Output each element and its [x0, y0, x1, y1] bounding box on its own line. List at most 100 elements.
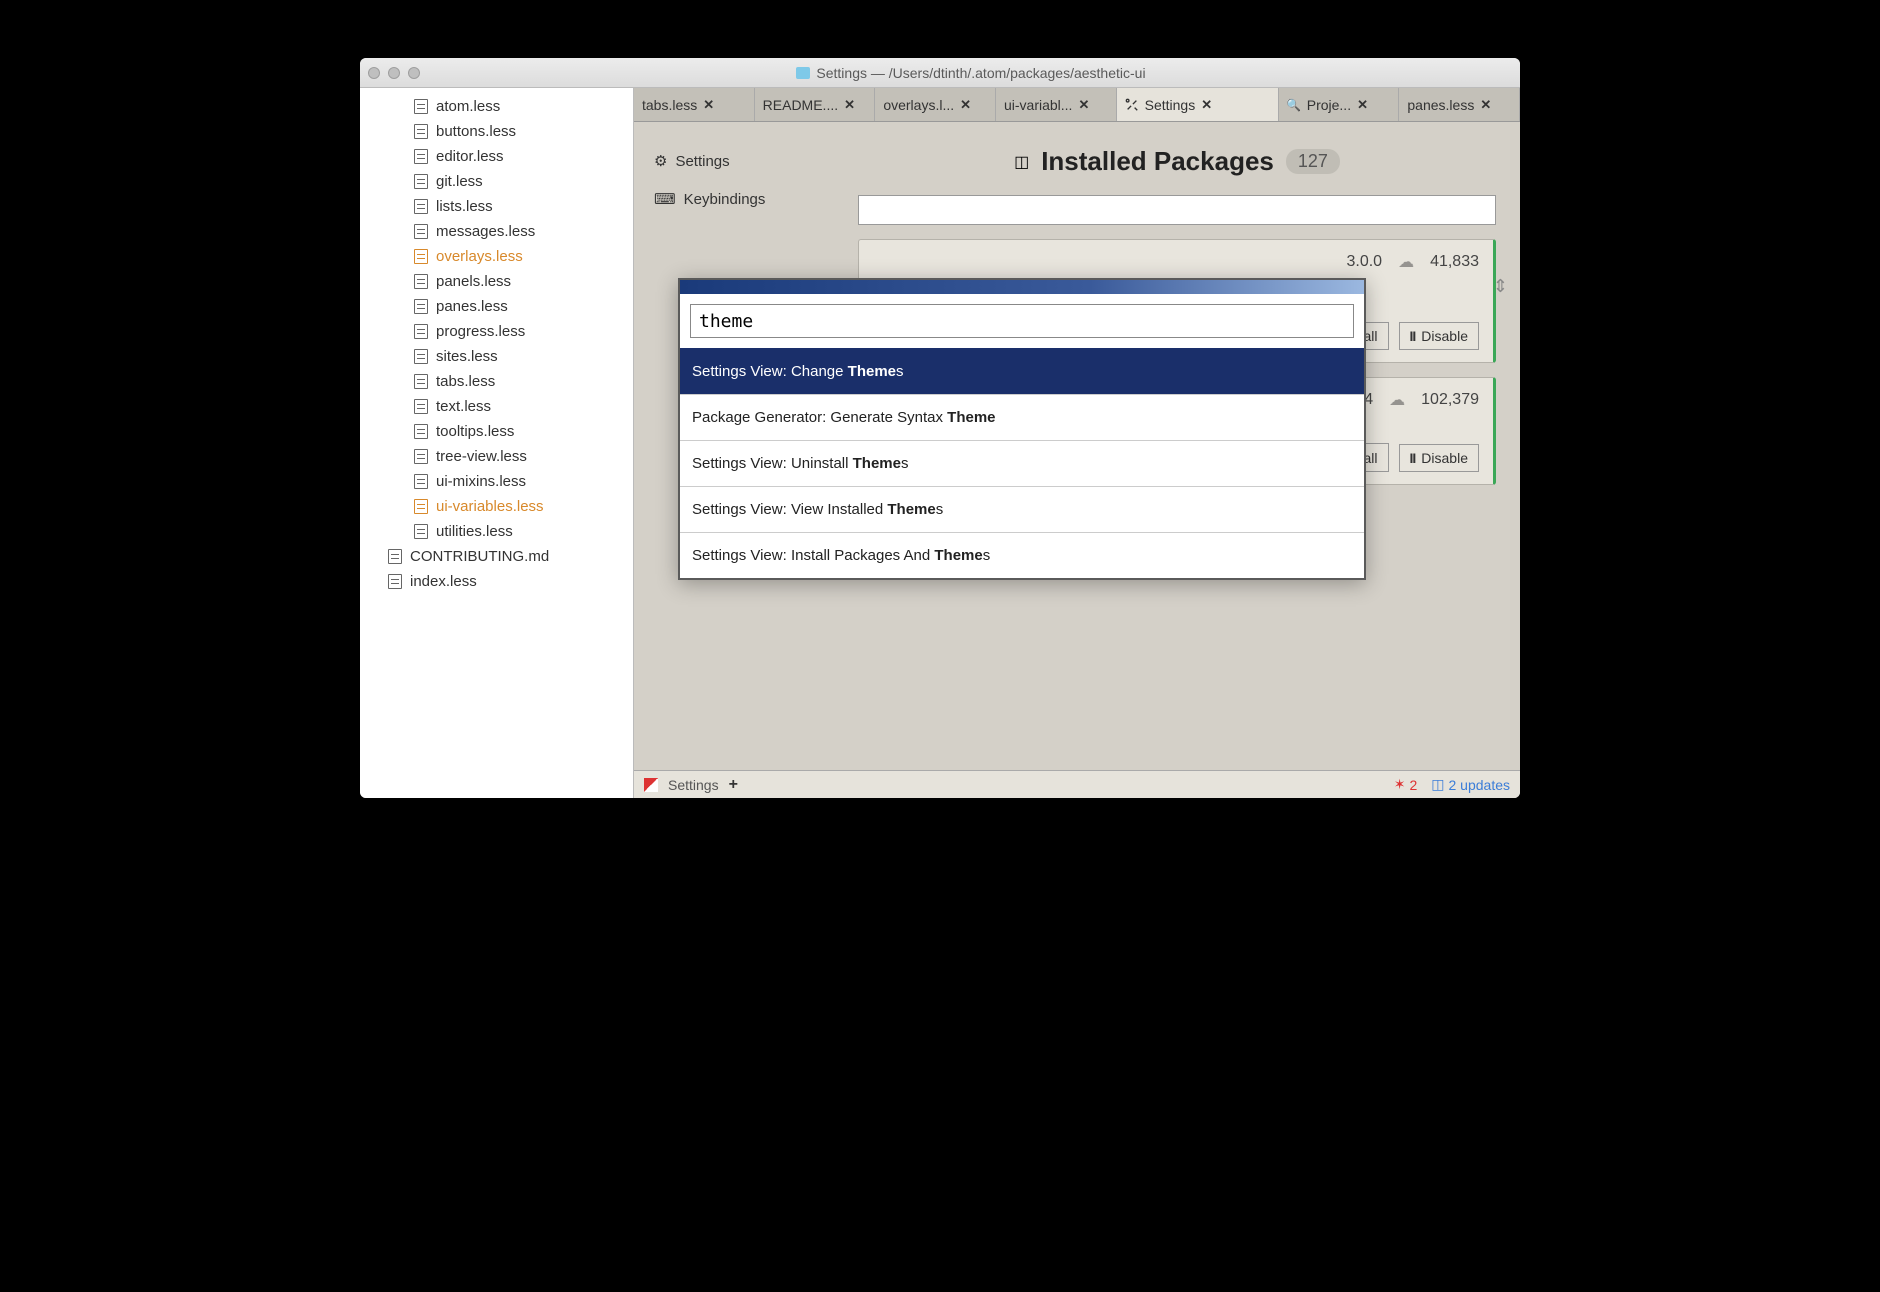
package-version: 3.0.0 [1346, 253, 1382, 271]
file-name: index.less [410, 573, 477, 590]
file-item[interactable]: tree-view.less [360, 444, 633, 469]
palette-input-wrap [680, 294, 1364, 348]
file-item[interactable]: progress.less [360, 319, 633, 344]
tab[interactable]: README.... ✕ [755, 88, 876, 121]
file-name: atom.less [436, 98, 500, 115]
close-tab-icon[interactable]: ✕ [1201, 97, 1212, 113]
file-item[interactable]: ui-variables.less [360, 494, 633, 519]
tab[interactable]: ui-variabl...✕ [996, 88, 1117, 121]
file-item[interactable]: tooltips.less [360, 419, 633, 444]
file-name: sites.less [436, 348, 498, 365]
close-tab-icon[interactable]: ✕ [1357, 97, 1368, 113]
file-name: utilities.less [436, 523, 513, 540]
file-name: tree-view.less [436, 448, 527, 465]
file-item[interactable]: git.less [360, 169, 633, 194]
minimize-window-button[interactable] [388, 67, 400, 79]
tab[interactable]: tabs.less✕ [634, 88, 755, 121]
keyboard-icon: ⌨ [654, 190, 676, 208]
collapse-icon[interactable]: ⇕ [1493, 276, 1508, 297]
tab[interactable]: Settings ✕ [1117, 88, 1279, 121]
close-window-button[interactable] [368, 67, 380, 79]
tab-bar: tabs.less✕README....✕overlays.l...✕ui-va… [634, 88, 1520, 122]
file-icon [414, 149, 428, 164]
file-name: text.less [436, 398, 491, 415]
file-item[interactable]: editor.less [360, 144, 633, 169]
file-item[interactable]: atom.less [360, 94, 633, 119]
packages-header: ◫ Installed Packages 127 [858, 146, 1496, 177]
sidenav-keybindings[interactable]: ⌨ Keybindings [646, 180, 834, 218]
download-icon: ☁ [1389, 390, 1405, 410]
palette-results: Settings View: Change ThemesPackage Gene… [680, 348, 1364, 578]
palette-item[interactable]: Settings View: Install Packages And Them… [680, 532, 1364, 578]
package-icon: ◫ [1014, 152, 1029, 172]
palette-item[interactable]: Settings View: View Installed Themes [680, 486, 1364, 532]
pause-icon: II [1410, 450, 1416, 466]
folder-icon [796, 67, 810, 79]
tab-label: README.... [763, 97, 838, 113]
tab[interactable]: overlays.l... ✕ [875, 88, 996, 121]
window-title: Settings — /Users/dtinth/.atom/packages/… [430, 65, 1512, 81]
file-name: buttons.less [436, 123, 516, 140]
file-item[interactable]: sites.less [360, 344, 633, 369]
file-item[interactable]: lists.less [360, 194, 633, 219]
file-name: ui-variables.less [436, 498, 544, 515]
palette-item[interactable]: Settings View: Uninstall Themes [680, 440, 1364, 486]
file-tree[interactable]: atom.less buttons.less editor.less git.less… [360, 88, 634, 798]
tab[interactable]: 🔍Proje...✕ [1279, 88, 1400, 121]
sidenav-settings[interactable]: ⚙ Settings [646, 142, 834, 180]
file-item[interactable]: panels.less [360, 269, 633, 294]
file-item[interactable]: ui-mixins.less [360, 469, 633, 494]
file-name: CONTRIBUTING.md [410, 548, 549, 565]
close-tab-icon[interactable]: ✕ [1480, 97, 1491, 113]
close-tab-icon[interactable]: ✕ [703, 97, 714, 113]
file-item[interactable]: text.less [360, 394, 633, 419]
file-name: panes.less [436, 298, 508, 315]
file-icon [414, 199, 428, 214]
file-name: git.less [436, 173, 483, 190]
file-icon [388, 549, 402, 564]
package-downloads: 41,833 [1430, 253, 1479, 271]
file-icon [414, 474, 428, 489]
file-icon [414, 124, 428, 139]
bug-icon: ✶ [1394, 776, 1406, 793]
file-name: editor.less [436, 148, 504, 165]
palette-input[interactable] [690, 304, 1354, 338]
file-name: tooltips.less [436, 423, 514, 440]
file-icon [414, 249, 428, 264]
updates-link[interactable]: ◫2 updates [1431, 776, 1510, 793]
status-indicator-icon[interactable] [644, 778, 658, 792]
file-item[interactable]: buttons.less [360, 119, 633, 144]
file-name: overlays.less [436, 248, 523, 265]
disable-button[interactable]: IIDisable [1399, 444, 1479, 472]
pause-icon: II [1410, 328, 1416, 344]
file-item[interactable]: utilities.less [360, 519, 633, 544]
file-item[interactable]: CONTRIBUTING.md [360, 544, 633, 569]
file-icon [414, 399, 428, 414]
file-icon [414, 374, 428, 389]
packages-heading: Installed Packages [1041, 146, 1274, 177]
disable-button[interactable]: IIDisable [1399, 322, 1479, 350]
file-item[interactable]: messages.less [360, 219, 633, 244]
tab-label: overlays.l... [883, 97, 954, 113]
add-icon[interactable]: + [729, 776, 738, 794]
file-item[interactable]: tabs.less [360, 369, 633, 394]
tab[interactable]: panes.less✕ [1399, 88, 1520, 121]
palette-item[interactable]: Settings View: Change Themes [680, 348, 1364, 394]
error-count[interactable]: ✶2 [1394, 776, 1418, 793]
close-tab-icon[interactable]: ✕ [960, 97, 971, 113]
file-item[interactable]: index.less [360, 569, 633, 594]
file-icon [414, 174, 428, 189]
maximize-window-button[interactable] [408, 67, 420, 79]
status-left: Settings + [644, 776, 738, 794]
sliders-icon: ⚙ [654, 152, 667, 170]
file-item[interactable]: overlays.less [360, 244, 633, 269]
palette-item[interactable]: Package Generator: Generate Syntax Theme [680, 394, 1364, 440]
file-name: lists.less [436, 198, 493, 215]
close-tab-icon[interactable]: ✕ [844, 97, 855, 113]
file-icon [414, 349, 428, 364]
file-item[interactable]: panes.less [360, 294, 633, 319]
packages-filter-input[interactable] [858, 195, 1496, 225]
tab-label: Settings [1145, 97, 1196, 113]
close-tab-icon[interactable]: ✕ [1078, 97, 1089, 113]
window-title-text: Settings — /Users/dtinth/.atom/packages/… [816, 65, 1145, 81]
